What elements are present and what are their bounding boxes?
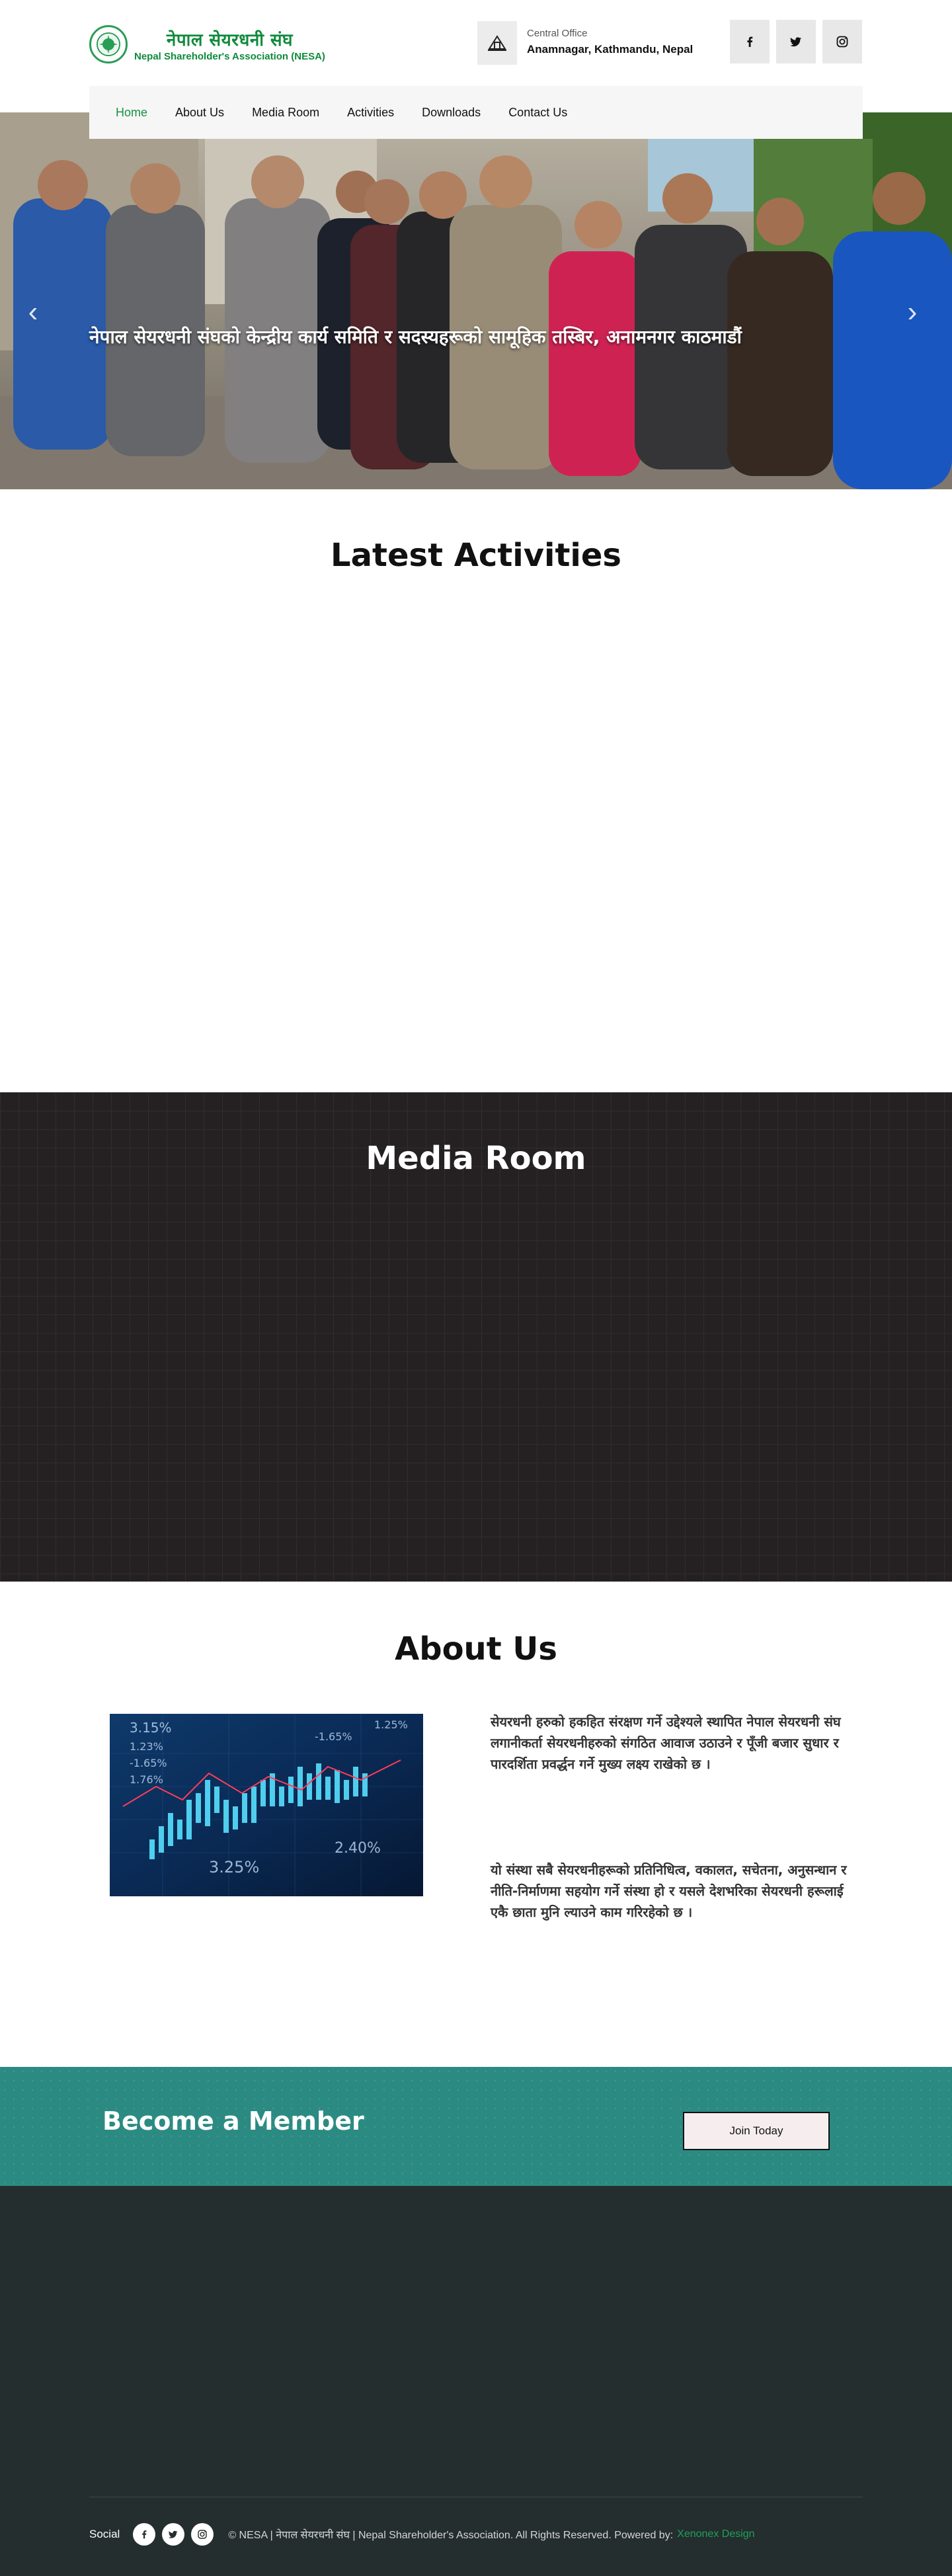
svg-text:1.23%: 1.23% [130,1740,163,1753]
svg-text:2.40%: 2.40% [335,1840,381,1857]
logo-title-english: Nepal Shareholder's Association (NESA) [134,50,325,62]
become-member-banner: Become a Member Join Today [0,2067,952,2186]
powered-by-link[interactable]: Xenonex Design [677,2528,754,2540]
site-logo[interactable]: नेपाल सेयरधनी संघ Nepal Shareholder's As… [89,22,327,66]
media-room-heading: Media Room [366,1140,586,1177]
footer-facebook-icon[interactable] [133,2523,156,2546]
svg-text:1.76%: 1.76% [130,1773,163,1786]
instagram-icon[interactable] [822,20,862,63]
about-paragraph-1: सेयरधनी हरुको हकहित संरक्षण गर्ने उद्देश… [491,1714,841,1772]
svg-text:3.15%: 3.15% [130,1720,172,1736]
nav-about-us[interactable]: About Us [175,106,224,120]
office-location-icon [477,21,517,65]
footer-instagram-icon[interactable] [191,2523,214,2546]
hero-caption: नेपाल सेयरधनी संघको केन्द्रीय कार्य समित… [89,326,742,348]
slider-next-arrow[interactable]: › [899,286,926,339]
nav-home[interactable]: Home [116,106,147,120]
main-nav: Home About Us Media Room Activities Down… [89,86,863,139]
latest-activities-heading: Latest Activities [331,537,621,574]
copyright-text: © NESA | नेपाल सेयरधनी संघ | Nepal Share… [228,2530,674,2541]
svg-text:-1.65%: -1.65% [315,1730,352,1743]
office-info: Central Office Anamnagar, Kathmandu, Nep… [527,28,693,56]
about-paragraph-2: यो संस्था सबै सेयरधनीहरूको प्रतिनिधित्व,… [491,1862,847,1920]
nav-media-room[interactable]: Media Room [252,106,319,120]
twitter-icon[interactable] [776,20,816,63]
svg-text:1.25%: 1.25% [374,1718,408,1731]
about-us-heading: About Us [395,1630,557,1668]
nav-contact-us[interactable]: Contact Us [508,106,567,120]
nesa-emblem-icon [89,25,128,63]
slider-prev-arrow[interactable]: ‹ [20,286,46,339]
hero-group-photo [0,112,952,489]
svg-text:3.25%: 3.25% [209,1858,259,1876]
nav-activities[interactable]: Activities [347,106,394,120]
footer-twitter-icon[interactable] [162,2523,185,2546]
office-label: Central Office [527,28,588,39]
facebook-icon[interactable] [730,20,770,63]
become-member-title: Become a Member [102,2107,364,2136]
footer-bottom-bar: Social © NESA | नेपाल सेयरधनी संघ | Nepa… [89,2523,755,2546]
hero-slider: नेपाल सेयरधनी संघको केन्द्रीय कार्य समित… [0,112,952,489]
logo-title-nepali: नेपाल सेयरधनी संघ [166,30,293,50]
svg-text:-1.65%: -1.65% [130,1757,167,1769]
footer-social-label: Social [89,2528,120,2540]
join-today-button[interactable]: Join Today [683,2112,830,2150]
nav-downloads[interactable]: Downloads [422,106,481,120]
site-footer: Social © NESA | नेपाल सेयरधनी संघ | Nepa… [0,2186,952,2576]
stock-market-image: 3.15% 1.23% -1.65% 1.76% 3.25% 2.40% -1.… [110,1714,423,1896]
office-address: Anamnagar, Kathmandu, Nepal [527,43,694,56]
page: नेपाल सेयरधनी संघको केन्द्रीय कार्य समित… [0,0,952,2576]
